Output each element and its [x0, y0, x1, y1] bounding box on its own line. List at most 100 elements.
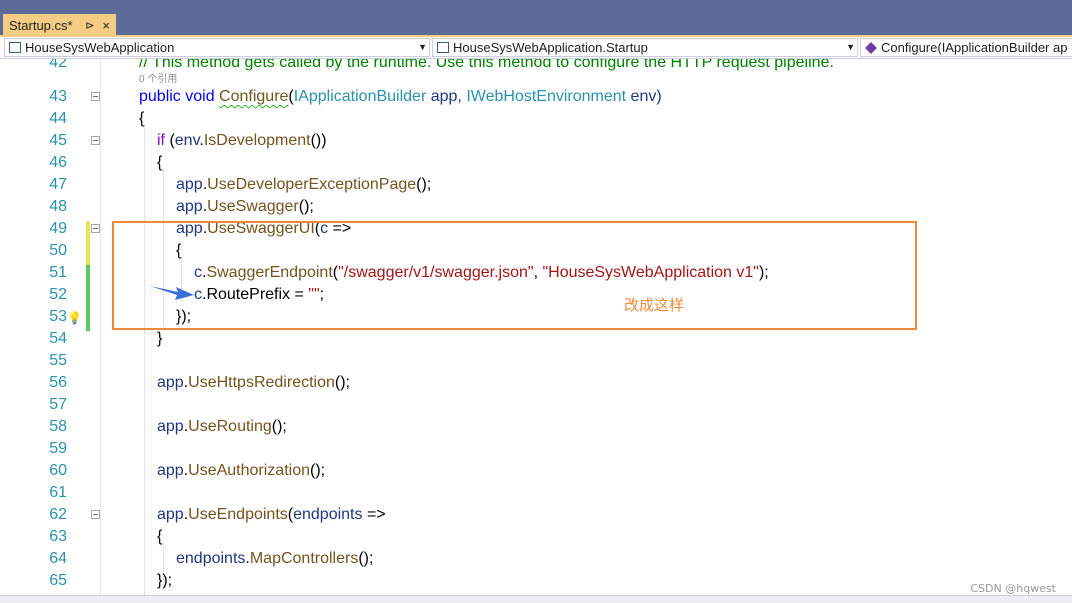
- annotation-arrow-icon: [150, 286, 194, 300]
- line-number: 60: [49, 462, 67, 479]
- variable: app: [176, 198, 203, 215]
- code-line-65: 65 });: [0, 570, 1072, 592]
- line-number: 61: [49, 484, 67, 501]
- line-code: if (env.IsDevelopment()): [157, 130, 327, 152]
- parameter: app,: [426, 88, 467, 105]
- line-number: 56: [49, 374, 67, 391]
- close-icon[interactable]: ×: [102, 18, 110, 33]
- code-line-43: 43 public void Configure(IApplicationBui…: [0, 86, 1072, 108]
- parameter: endpoints: [176, 550, 246, 567]
- code-line-56: 56 app.UseHttpsRedirection();: [0, 372, 1072, 394]
- line-number: 50: [49, 242, 67, 259]
- member-dropdown[interactable]: Configure(IApplicationBuilder ap: [860, 38, 1072, 57]
- variable: app: [157, 506, 184, 523]
- punctuation: ()): [310, 132, 327, 149]
- code-line-57: 57: [0, 394, 1072, 416]
- pin-icon[interactable]: ⊳: [85, 19, 94, 32]
- tab-startup-cs[interactable]: Startup.cs* ⊳ ×: [3, 14, 116, 37]
- method-name: MapControllers: [249, 550, 359, 567]
- annotation-note: 改成这样: [624, 296, 685, 314]
- project-dropdown-value: HouseSysWebApplication: [25, 40, 175, 55]
- line-number: 48: [49, 198, 67, 215]
- line-number: 64: [49, 550, 67, 567]
- project-icon: [9, 42, 21, 53]
- punctuation: ();: [358, 550, 374, 567]
- method-name: UseSwagger: [207, 198, 299, 215]
- lightbulb-icon[interactable]: 💡: [67, 311, 82, 325]
- line-number: 63: [49, 528, 67, 545]
- line-number: 59: [49, 440, 67, 457]
- punctuation: (: [165, 132, 175, 149]
- method-name: UseRouting: [188, 418, 272, 435]
- line-number: 42: [49, 59, 67, 71]
- method-name: IsDevelopment: [203, 132, 311, 149]
- codelens-references[interactable]: 0 个引用: [139, 73, 177, 86]
- method-name: UseAuthorization: [188, 462, 310, 479]
- tab-label: Startup.cs*: [9, 18, 73, 33]
- type-name: IWebHostEnvironment: [466, 88, 627, 105]
- line-number: 46: [49, 154, 67, 171]
- line-code: public void Configure(IApplicationBuilde…: [139, 86, 662, 108]
- code-line-60: 60 app.UseAuthorization();: [0, 460, 1072, 482]
- method-icon: [865, 41, 877, 54]
- line-code: endpoints.MapControllers();: [176, 550, 374, 567]
- code-line-61: 61: [0, 482, 1072, 504]
- line-number: 55: [49, 352, 67, 369]
- line-number: 54: [49, 330, 67, 347]
- chevron-down-icon: ▼: [418, 42, 427, 52]
- collapse-toggle[interactable]: [91, 224, 100, 233]
- code-line-48: 48 app.UseSwagger();: [0, 196, 1072, 218]
- method-name: UseDeveloperExceptionPage: [207, 176, 417, 193]
- collapse-toggle[interactable]: [91, 136, 100, 145]
- code-line-42: 42 // This method gets called by the run…: [0, 59, 1072, 74]
- line-number: 51: [49, 264, 67, 281]
- line-number: 52: [49, 286, 67, 303]
- line-code: app.UseEndpoints(endpoints =>: [157, 506, 386, 523]
- code-line-63: 63 {: [0, 526, 1072, 548]
- method-name: UseEndpoints: [188, 506, 288, 523]
- document-tab-strip: Startup.cs* ⊳ ×: [0, 0, 1072, 37]
- code-line-54: 54 }: [0, 328, 1072, 350]
- code-line-58: 58 app.UseRouting();: [0, 416, 1072, 438]
- variable: app: [157, 462, 184, 479]
- collapse-toggle[interactable]: [91, 92, 100, 101]
- collapse-toggle[interactable]: [91, 510, 100, 519]
- line-number: 49: [49, 220, 67, 237]
- navigation-bar: HouseSysWebApplication ▼ HouseSysWebAppl…: [0, 37, 1072, 59]
- status-bar: [0, 595, 1072, 603]
- line-code: {: [157, 528, 163, 545]
- line-number: 62: [49, 506, 67, 523]
- line-number: 44: [49, 110, 67, 127]
- code-line-44: 44 {: [0, 108, 1072, 130]
- line-code: app.UseDeveloperExceptionPage();: [176, 176, 432, 193]
- line-number: 53: [49, 308, 67, 325]
- punctuation: ();: [334, 374, 350, 391]
- code-line-47: 47 app.UseDeveloperExceptionPage();: [0, 174, 1072, 196]
- code-line-62: 62 app.UseEndpoints(endpoints =>: [0, 504, 1072, 526]
- annotation-highlight-box: [112, 221, 917, 330]
- method-name: Configure: [219, 88, 289, 105]
- comment-text: // This method gets called by the runtim…: [139, 59, 834, 71]
- code-line-64: 64 endpoints.MapControllers();: [0, 548, 1072, 570]
- variable: app: [176, 176, 203, 193]
- type-dropdown[interactable]: HouseSysWebApplication.Startup ▼: [432, 38, 858, 57]
- punctuation: ();: [310, 462, 326, 479]
- variable: env: [174, 132, 200, 149]
- line-number: 47: [49, 176, 67, 193]
- punctuation: ();: [271, 418, 287, 435]
- chevron-down-icon: ▼: [846, 42, 855, 52]
- punctuation: =>: [362, 506, 386, 523]
- punctuation: ();: [298, 198, 314, 215]
- type-dropdown-value: HouseSysWebApplication.Startup: [453, 40, 648, 55]
- line-number: 57: [49, 396, 67, 413]
- line-code: app.UseSwagger();: [176, 198, 314, 215]
- variable: app: [157, 418, 184, 435]
- keyword: if: [157, 132, 165, 149]
- code-line-55: 55: [0, 350, 1072, 372]
- line-code: {: [139, 110, 145, 127]
- code-line-46: 46 {: [0, 152, 1072, 174]
- line-number: 43: [49, 88, 67, 105]
- class-icon: [437, 42, 449, 53]
- line-code: app.UseRouting();: [157, 418, 287, 435]
- project-dropdown[interactable]: HouseSysWebApplication ▼: [4, 38, 430, 57]
